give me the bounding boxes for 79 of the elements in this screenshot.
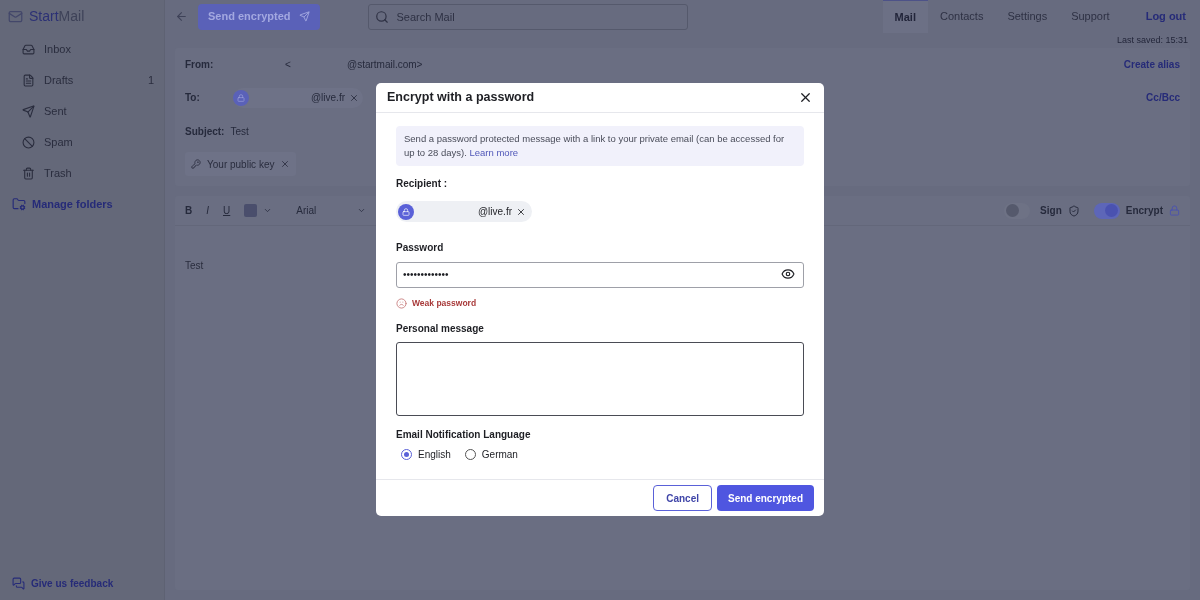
dropdown-caret-icon (357, 206, 367, 215)
cc-bcc-link[interactable]: Cc/Bcc (1146, 90, 1180, 105)
search-icon (374, 9, 389, 24)
nav-tab[interactable]: Mail (882, 0, 928, 33)
close-icon[interactable] (798, 90, 813, 105)
inbox-icon (22, 43, 35, 56)
from-address: @startmail.com> (347, 58, 423, 72)
password-strength-text: Weak password (412, 297, 477, 310)
underline-button[interactable]: U (223, 203, 231, 218)
document-icon (22, 74, 35, 87)
folder-item[interactable]: Spam (0, 127, 164, 158)
nav-tab[interactable]: Support (1059, 0, 1122, 33)
learn-more-link[interactable]: Learn more (469, 147, 519, 158)
folder-label: Sent (44, 104, 68, 120)
logout-link[interactable]: Log out (1131, 8, 1200, 25)
folder-label: Trash (44, 166, 73, 182)
sad-face-icon (396, 297, 407, 309)
folder-label: Inbox (44, 42, 72, 58)
bold-button[interactable]: B (185, 203, 193, 218)
recipient-chip[interactable]: @live.fr (233, 87, 363, 108)
folder-item[interactable]: Trash (0, 158, 164, 189)
feedback-link[interactable]: Give us feedback (0, 568, 164, 598)
folder-item[interactable]: Sent (0, 96, 164, 127)
chat-icon (12, 576, 25, 590)
back-arrow-icon[interactable] (175, 10, 188, 23)
to-label: To: (185, 91, 201, 105)
cancel-button[interactable]: Cancel (653, 485, 712, 511)
color-swatch[interactable] (244, 204, 258, 217)
lock-icon (1169, 205, 1180, 216)
personal-message-label: Personal message (396, 321, 485, 336)
sign-label: Sign (1040, 204, 1062, 218)
folder-count: 1 (147, 73, 154, 89)
password-label: Password (396, 241, 445, 255)
public-key-chip[interactable]: Your public key (185, 152, 297, 176)
from-label: From: (185, 58, 215, 72)
send-encrypted-button[interactable]: Send encrypted (716, 485, 814, 511)
logo-icon (8, 9, 23, 24)
nav-tab[interactable]: Contacts (927, 0, 996, 33)
search-field[interactable]: Search Mail (367, 3, 688, 30)
folder-item[interactable]: Inbox (0, 34, 164, 65)
send-encrypted-button[interactable]: Send encrypted (198, 3, 320, 30)
paper-plane-icon (22, 105, 35, 118)
personal-message-field[interactable] (396, 341, 804, 416)
info-text: Send a password protected message with a link to your private email (can be accessed for up to 28 days). Learn more (396, 126, 804, 166)
key-icon (191, 159, 201, 169)
remove-icon[interactable] (516, 206, 526, 217)
create-alias-link[interactable]: Create alias (1123, 57, 1180, 72)
trash-icon (22, 167, 35, 180)
message-body-text: Test (185, 260, 204, 271)
password-field[interactable]: ••••••••••••• (396, 261, 804, 288)
paper-plane-icon (298, 11, 310, 22)
language-radio[interactable]: German (464, 446, 518, 462)
subject-label: Subject: (185, 125, 225, 139)
folder-item[interactable]: Drafts 1 (0, 65, 164, 96)
italic-button[interactable]: I (206, 203, 209, 218)
eye-icon[interactable] (781, 267, 795, 281)
shield-check-icon (1067, 204, 1080, 217)
language-label: Email Notification Language (396, 427, 532, 442)
recipient-label: Recipient : (396, 177, 449, 191)
recipient-chip[interactable]: @live.fr (396, 201, 532, 222)
angle-bracket: < (285, 58, 292, 72)
blocked-icon (22, 136, 35, 149)
nav-tab[interactable]: Settings (995, 0, 1060, 33)
subject-value: Test (230, 125, 249, 139)
folder-label: Drafts (44, 73, 75, 89)
folder-settings-icon (12, 197, 26, 211)
lock-badge (233, 89, 249, 106)
sign-toggle[interactable] (1004, 202, 1031, 219)
dialog-title: Encrypt with a password (387, 89, 535, 107)
last-saved-text: Last saved: 15:31 (1116, 33, 1188, 47)
logo-prefix: Start (29, 7, 59, 26)
font-select[interactable]: Arial (296, 203, 367, 218)
language-radio[interactable]: English (401, 446, 451, 462)
manage-folders-link[interactable]: Manage folders (0, 189, 164, 219)
encrypt-toggle[interactable] (1093, 202, 1120, 219)
encrypt-label: Encrypt (1125, 204, 1163, 218)
dropdown-caret-icon[interactable] (263, 206, 273, 215)
folder-label: Spam (44, 135, 74, 151)
lock-badge (398, 203, 414, 220)
